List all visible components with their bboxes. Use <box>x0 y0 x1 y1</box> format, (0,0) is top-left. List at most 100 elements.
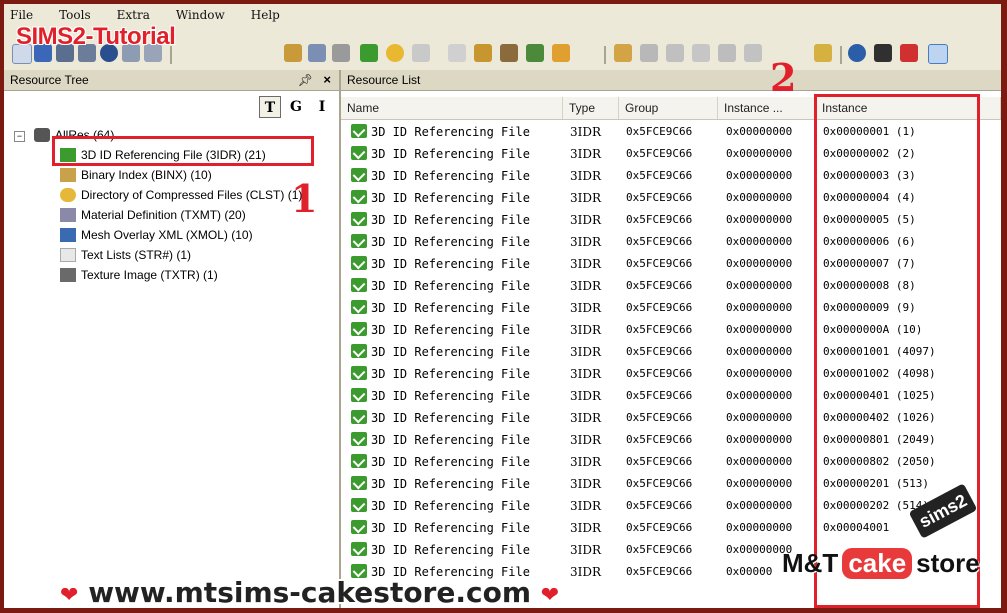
cell-name: 3D ID Referencing File <box>371 367 530 381</box>
properties-icon[interactable] <box>744 44 762 62</box>
cell-type: 3IDR <box>570 147 602 161</box>
reload-icon[interactable] <box>848 44 866 62</box>
tree-item-txmt[interactable]: Material Definition (TXMT) (20) <box>60 205 246 225</box>
green-check-icon <box>351 256 367 270</box>
hex-icon[interactable] <box>814 44 832 62</box>
tree-item-binx[interactable]: Binary Index (BINX) (10) <box>60 165 212 185</box>
people-icon[interactable] <box>526 44 544 62</box>
cell-type: 3IDR <box>570 257 602 271</box>
tree-item-str[interactable]: Text Lists (STR#) (1) <box>60 245 191 265</box>
cell-type: 3IDR <box>570 367 602 381</box>
cell-group: 0x5FCE9C66 <box>626 455 693 468</box>
cell-type: 3IDR <box>570 213 602 227</box>
cell-group: 0x5FCE9C66 <box>626 191 693 204</box>
material-icon <box>60 208 76 222</box>
close-icon[interactable]: × <box>323 72 331 87</box>
toolbar-separator <box>840 46 842 64</box>
folder-icon[interactable] <box>308 44 326 62</box>
tools-icon[interactable] <box>448 44 466 62</box>
green-check-icon <box>351 322 367 336</box>
tree-item-xmol[interactable]: Mesh Overlay XML (XMOL) (10) <box>60 225 253 245</box>
column-name[interactable]: Name <box>341 97 563 119</box>
sim-icon[interactable] <box>552 44 570 62</box>
list-icon[interactable] <box>412 44 430 62</box>
cell-instance-hi: 0x00000000 <box>726 323 793 336</box>
green-check-icon <box>351 520 367 534</box>
cell-instance-hi: 0x00000000 <box>726 367 793 380</box>
cell-instance-hi: 0x00000000 <box>726 213 793 226</box>
green-check-icon <box>351 388 367 402</box>
tree-item-label: Texture Image (TXTR) (1) <box>81 268 218 282</box>
brand-cake: cake <box>842 548 913 579</box>
menu-window[interactable]: Window <box>176 8 225 22</box>
cell-type: 3IDR <box>570 477 602 491</box>
pin-icon[interactable]: 📌︎ <box>298 73 313 87</box>
green-check-icon <box>351 168 367 182</box>
cell-instance-hi: 0x00000000 <box>726 521 793 534</box>
cell-type: 3IDR <box>570 191 602 205</box>
cell-name: 3D ID Referencing File <box>371 499 530 513</box>
mesh-icon <box>60 228 76 242</box>
cell-name: 3D ID Referencing File <box>371 257 530 271</box>
pane-title: Resource List <box>347 73 421 87</box>
menu-file[interactable]: File <box>10 8 33 22</box>
copy-icon[interactable] <box>666 44 684 62</box>
link-icon[interactable] <box>332 44 350 62</box>
cell-name: 3D ID Referencing File <box>371 235 530 249</box>
texture-icon <box>60 268 76 282</box>
options-icon[interactable] <box>928 44 948 64</box>
star-icon[interactable] <box>386 44 404 62</box>
paste-icon[interactable] <box>692 44 710 62</box>
cell-group: 0x5FCE9C66 <box>626 169 693 182</box>
cell-type: 3IDR <box>570 301 602 315</box>
cell-name: 3D ID Referencing File <box>371 543 530 557</box>
cell-instance-hi: 0x00000000 <box>726 345 793 358</box>
menu-tools[interactable]: Tools <box>59 8 91 22</box>
menu-extra[interactable]: Extra <box>117 8 150 22</box>
green-check-icon <box>351 454 367 468</box>
collapse-icon[interactable]: − <box>14 131 25 142</box>
plugin-icon[interactable] <box>360 44 378 62</box>
heart-icon: ❤ <box>540 583 560 608</box>
green-check-icon <box>351 278 367 292</box>
column-instance-hi[interactable]: Instance ... <box>718 97 816 119</box>
cell-instance-hi: 0x00000000 <box>726 147 793 160</box>
cell-type: 3IDR <box>570 125 602 139</box>
menu-help[interactable]: Help <box>251 8 280 22</box>
green-check-icon <box>351 366 367 380</box>
cell-instance-hi: 0x00000000 <box>726 235 793 248</box>
cell-name: 3D ID Referencing File <box>371 125 530 139</box>
group-view-button[interactable]: G <box>285 96 307 118</box>
cell-instance-hi: 0x00000000 <box>726 301 793 314</box>
toolbar-separator <box>604 46 606 64</box>
image-icon[interactable] <box>500 44 518 62</box>
remove-icon[interactable] <box>900 44 918 62</box>
green-check-icon <box>351 476 367 490</box>
user-icon[interactable] <box>474 44 492 62</box>
bell-icon[interactable] <box>874 44 892 62</box>
cell-type: 3IDR <box>570 411 602 425</box>
cell-instance-hi: 0x00000000 <box>726 279 793 292</box>
green-check-icon <box>351 432 367 446</box>
cell-type: 3IDR <box>570 433 602 447</box>
cell-group: 0x5FCE9C66 <box>626 521 693 534</box>
instance-view-button[interactable]: I <box>311 96 333 118</box>
green-check-icon <box>351 410 367 424</box>
cell-type: 3IDR <box>570 521 602 535</box>
brand-mt: M&T <box>782 548 839 578</box>
tree-item-txtr[interactable]: Texture Image (TXTR) (1) <box>60 265 218 285</box>
delete-icon[interactable] <box>718 44 736 62</box>
column-group[interactable]: Group <box>619 97 718 119</box>
cell-instance-hi: 0x00000000 <box>726 169 793 182</box>
export-icon[interactable] <box>640 44 658 62</box>
cell-type: 3IDR <box>570 345 602 359</box>
tree-item-clst[interactable]: Directory of Compressed Files (CLST) (1) <box>60 185 302 205</box>
directory-icon <box>60 188 76 202</box>
type-view-button[interactable]: T <box>259 96 281 118</box>
package-icon[interactable] <box>284 44 302 62</box>
column-type[interactable]: Type <box>563 97 619 119</box>
green-check-icon <box>351 190 367 204</box>
import-icon[interactable] <box>614 44 632 62</box>
green-check-icon <box>351 124 367 138</box>
green-check-icon <box>351 344 367 358</box>
